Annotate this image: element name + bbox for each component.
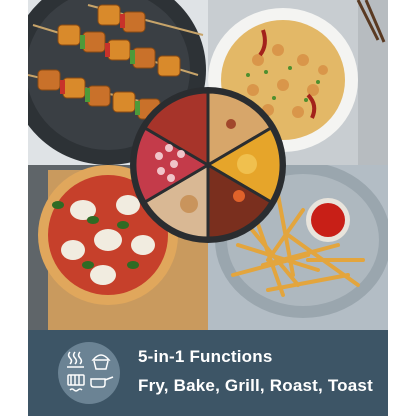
food-wheel	[129, 86, 287, 244]
banner-headline: 5-in-1 Functions	[138, 347, 273, 366]
food-wheel-illustration	[130, 87, 286, 243]
grill-icon	[67, 374, 85, 392]
cooking-icons-group	[67, 351, 114, 392]
pan-icon	[90, 376, 114, 388]
cooking-functions-badge	[58, 342, 120, 404]
muffin-icon	[91, 354, 111, 370]
feature-banner: 5-in-1 Functions Fry, Bake, Grill, Roast…	[28, 330, 388, 416]
banner-subline: Fry, Bake, Grill, Roast, Toast	[138, 376, 373, 395]
steam-icon	[67, 351, 84, 368]
product-feature-graphic: 5-in-1 Functions Fry, Bake, Grill, Roast…	[0, 0, 416, 416]
